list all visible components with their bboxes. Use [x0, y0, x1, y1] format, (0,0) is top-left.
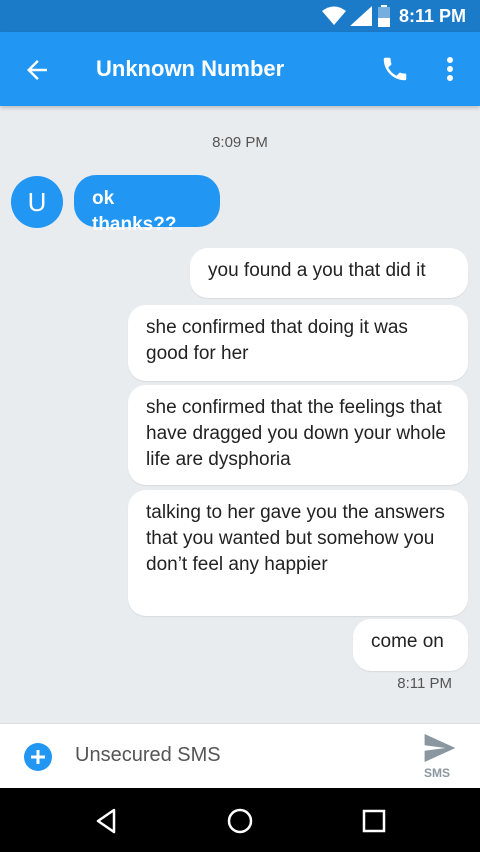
message-bubble-outgoing[interactable]: she confirmed that doing it was good for…: [128, 305, 468, 381]
app-bar: Unknown Number: [0, 32, 480, 106]
message-bubble-outgoing[interactable]: you found a you that did it: [190, 248, 468, 298]
more-vert-icon[interactable]: [440, 54, 460, 84]
navigation-bar: [0, 788, 480, 852]
nav-home-icon[interactable]: [225, 806, 255, 836]
battery-icon: [378, 5, 390, 27]
message-timestamp: 8:11 PM: [397, 675, 452, 692]
message-input[interactable]: Unsecured SMS: [75, 744, 221, 767]
status-bar: 8:11 PM: [0, 0, 480, 32]
compose-bar: Unsecured SMS SMS: [0, 723, 480, 788]
contact-title: Unknown Number: [96, 56, 285, 81]
message-timestamp: 8:09 PM: [212, 134, 268, 151]
message-bubble-outgoing[interactable]: she confirmed that the feelings that hav…: [128, 385, 468, 485]
add-circle-icon[interactable]: [24, 743, 52, 771]
nav-recents-icon[interactable]: [359, 806, 389, 836]
avatar[interactable]: U: [11, 176, 63, 228]
message-bubble-incoming[interactable]: ok thanks??: [74, 175, 220, 235]
send-icon[interactable]: [422, 734, 458, 762]
send-mode-label: SMS: [424, 766, 451, 780]
status-time: 8:11 PM: [398, 6, 466, 26]
message-bubble-outgoing[interactable]: come on: [353, 619, 468, 671]
back-arrow-icon[interactable]: [22, 55, 52, 85]
message-bubble-outgoing[interactable]: talking to her gave you the answers that…: [128, 490, 468, 616]
wifi-icon: [322, 6, 346, 25]
phone-icon[interactable]: [380, 54, 410, 84]
nav-back-icon[interactable]: [92, 806, 122, 836]
signal-icon: [350, 6, 372, 26]
